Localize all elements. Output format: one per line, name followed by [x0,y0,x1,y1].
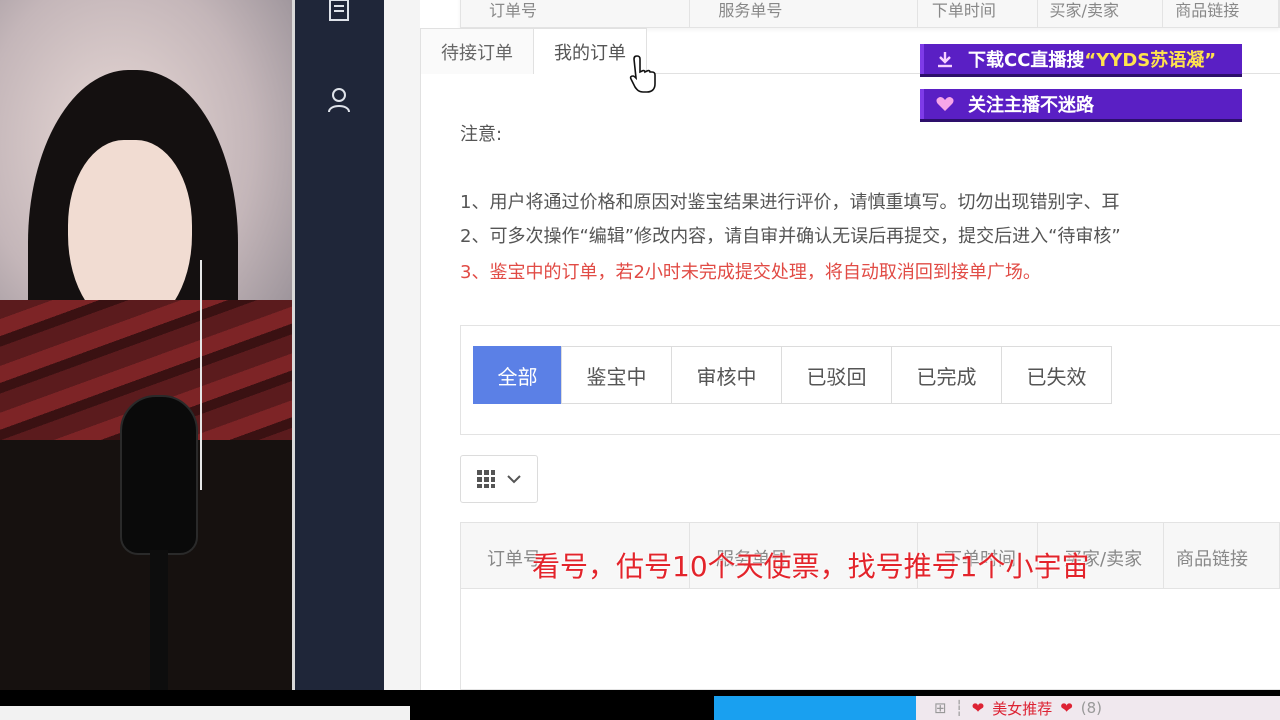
follow-banner: 关注主播不迷路 [920,89,1242,119]
content-gutter [384,0,420,690]
notice-line-1: 1、用户将通过价格和原因对鉴宝结果进行评价，请慎重填写。切勿出现错别字、耳 [460,192,1120,213]
top-col-order-time: 下单时间 [918,0,1038,27]
heart-right-icon: ❤ [1060,699,1073,717]
download-banner-text: 下载CC直播搜 [968,50,1085,71]
recommend-count: (8) [1080,699,1103,717]
hand-cursor-icon [629,55,656,93]
follow-banner-text: 关注主播不迷路 [968,95,1094,116]
sidebar [292,0,384,690]
heart-left-icon: ❤ [971,699,985,717]
filter-appraising-button[interactable]: 鉴宝中 [561,346,672,404]
microphone [120,395,198,555]
download-icon [934,48,956,70]
top-col-product-link: 商品链接 [1163,0,1279,27]
user-icon[interactable] [323,84,355,116]
download-banner: 下载CC直播搜“YYDS苏语凝” [920,44,1242,74]
notice-line-3: 3、鉴宝中的订单，若2小时未完成提交处理，将自动取消回到接单广场。 [460,262,1041,283]
bottom-panel-blue [714,696,916,720]
recommend-label: 美女推荐 [992,699,1053,718]
recommend-bar[interactable]: ⊞ ┆ ❤ 美女推荐 ❤ (8) [916,696,1280,720]
divider-icon: ┆ [954,699,964,717]
filter-reviewing-button[interactable]: 审核中 [671,346,782,404]
filter-all-button[interactable]: 全部 [473,346,562,404]
status-filter-group: 全部 鉴宝中 审核中 已驳回 已完成 已失效 [473,346,1112,404]
col-product-link: 商品链接 [1164,523,1280,588]
streamer-webcam [0,0,292,720]
bottom-panel-left [0,706,410,720]
document-icon[interactable] [323,0,355,26]
tab-pending-orders[interactable]: 待接订单 [420,28,534,74]
notice-line-2: 2、可多次操作“编辑”修改内容，请自审并确认无误后再提交，提交后进入“待审核” [460,226,1121,247]
filter-completed-button[interactable]: 已完成 [891,346,1002,404]
top-col-service-no: 服务单号 [690,0,918,27]
filter-rejected-button[interactable]: 已驳回 [781,346,892,404]
top-col-buyer-seller: 买家/卖家 [1038,0,1164,27]
heart-icon [934,93,956,115]
order-tabs: 待接订单 我的订单 [420,28,647,74]
chevron-down-icon [507,475,521,484]
column-toggle-button[interactable] [460,455,538,503]
notice-title: 注意: [460,124,503,145]
top-col-order-no: 订单号 [461,0,691,27]
floating-table-header: 订单号 服务单号 下单时间 买家/卖家 商品链接 [460,0,1280,28]
grid-icon [477,470,495,488]
download-banner-highlight: “YYDS苏语凝” [1084,50,1217,71]
expand-icon[interactable]: ⊞ [934,699,947,717]
stream-subtitle: 看号，估号10个天使票，找号推号1个小宇宙 [532,550,1090,583]
earphone-wire [200,260,202,490]
filter-expired-button[interactable]: 已失效 [1001,346,1112,404]
